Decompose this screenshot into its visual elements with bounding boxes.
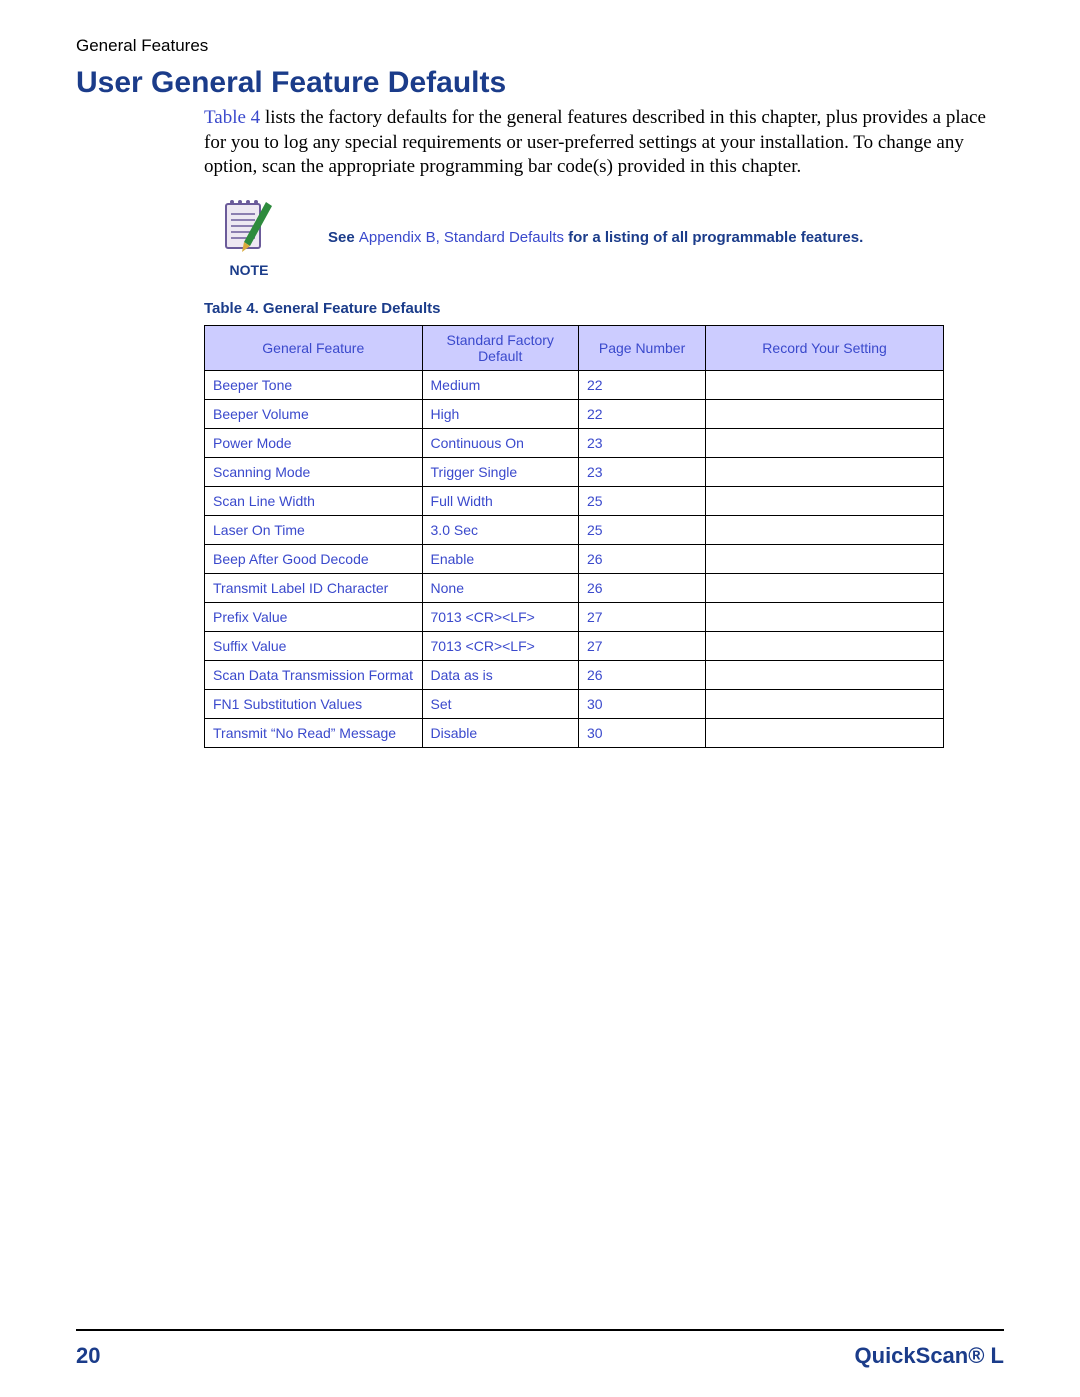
cell-default: Full Width: [422, 487, 578, 516]
cell-feature[interactable]: Suffix Value: [205, 632, 423, 661]
cell-record[interactable]: [706, 690, 944, 719]
cell-record[interactable]: [706, 545, 944, 574]
cell-record[interactable]: [706, 661, 944, 690]
cell-page[interactable]: 27: [578, 603, 705, 632]
cell-default: None: [422, 574, 578, 603]
cell-record[interactable]: [706, 516, 944, 545]
appendix-link[interactable]: Appendix B, Standard Defaults: [359, 229, 564, 246]
cell-record[interactable]: [706, 429, 944, 458]
running-header: General Features: [76, 36, 1004, 56]
cell-record[interactable]: [706, 487, 944, 516]
cell-record[interactable]: [706, 574, 944, 603]
table-caption: Table 4. General Feature Defaults: [204, 300, 1004, 317]
table-row: Transmit “No Read” MessageDisable30: [205, 719, 944, 748]
cell-feature[interactable]: Scanning Mode: [205, 458, 423, 487]
cell-page[interactable]: 30: [578, 719, 705, 748]
cell-default: Enable: [422, 545, 578, 574]
cell-feature[interactable]: Beeper Volume: [205, 400, 423, 429]
table-row: Laser On Time3.0 Sec25: [205, 516, 944, 545]
table-row: Beep After Good DecodeEnable26: [205, 545, 944, 574]
note-label: NOTE: [230, 262, 269, 278]
cell-feature[interactable]: Transmit “No Read” Message: [205, 719, 423, 748]
table-row: FN1 Substitution ValuesSet30: [205, 690, 944, 719]
col-header-default: Standard Factory Default: [422, 326, 578, 371]
table-row: Scanning ModeTrigger Single23: [205, 458, 944, 487]
cell-feature[interactable]: Beep After Good Decode: [205, 545, 423, 574]
cell-feature[interactable]: FN1 Substitution Values: [205, 690, 423, 719]
note-block: NOTE See Appendix B, Standard Defaults f…: [204, 198, 1004, 278]
footer-rule: [76, 1329, 1004, 1331]
intro-text: lists the factory defaults for the gener…: [204, 107, 986, 177]
cell-feature[interactable]: Scan Line Width: [205, 487, 423, 516]
cell-page[interactable]: 30: [578, 690, 705, 719]
page-number: 20: [76, 1343, 100, 1369]
cell-page[interactable]: 27: [578, 632, 705, 661]
notepad-icon: [220, 198, 278, 258]
defaults-table: General Feature Standard Factory Default…: [204, 325, 944, 748]
table-header-row: General Feature Standard Factory Default…: [205, 326, 944, 371]
cell-default: High: [422, 400, 578, 429]
cell-record[interactable]: [706, 632, 944, 661]
table-row: Scan Line WidthFull Width25: [205, 487, 944, 516]
cell-default: 7013 <CR><LF>: [422, 632, 578, 661]
cell-default: Disable: [422, 719, 578, 748]
section-title: User General Feature Defaults: [76, 66, 1004, 100]
table-row: Transmit Label ID CharacterNone26: [205, 574, 944, 603]
cell-page[interactable]: 26: [578, 545, 705, 574]
cell-default: Medium: [422, 371, 578, 400]
cell-record[interactable]: [706, 400, 944, 429]
cell-record[interactable]: [706, 719, 944, 748]
cell-page[interactable]: 22: [578, 400, 705, 429]
intro-paragraph: Table 4 lists the factory defaults for t…: [204, 106, 1004, 180]
cell-feature[interactable]: Laser On Time: [205, 516, 423, 545]
table-row: Scan Data Transmission FormatData as is2…: [205, 661, 944, 690]
table-row: Power ModeContinuous On23: [205, 429, 944, 458]
page: General Features User General Feature De…: [0, 0, 1080, 1397]
cell-default: 3.0 Sec: [422, 516, 578, 545]
table-row: Prefix Value7013 <CR><LF>27: [205, 603, 944, 632]
product-name: QuickScan® L: [855, 1343, 1004, 1369]
cell-default: Data as is: [422, 661, 578, 690]
cell-page[interactable]: 26: [578, 661, 705, 690]
intro-table-link[interactable]: Table 4: [204, 107, 260, 128]
table-row: Suffix Value7013 <CR><LF>27: [205, 632, 944, 661]
cell-default: Set: [422, 690, 578, 719]
table-row: Beeper VolumeHigh22: [205, 400, 944, 429]
cell-feature[interactable]: Scan Data Transmission Format: [205, 661, 423, 690]
cell-page[interactable]: 23: [578, 429, 705, 458]
cell-record[interactable]: [706, 603, 944, 632]
cell-default: Trigger Single: [422, 458, 578, 487]
cell-feature[interactable]: Prefix Value: [205, 603, 423, 632]
note-text: See Appendix B, Standard Defaults for a …: [328, 228, 863, 248]
cell-record[interactable]: [706, 458, 944, 487]
col-header-record: Record Your Setting: [706, 326, 944, 371]
cell-page[interactable]: 22: [578, 371, 705, 400]
cell-default: Continuous On: [422, 429, 578, 458]
cell-page[interactable]: 25: [578, 487, 705, 516]
cell-page[interactable]: 23: [578, 458, 705, 487]
table-row: Beeper ToneMedium22: [205, 371, 944, 400]
note-text-pre: See: [328, 229, 359, 246]
cell-feature[interactable]: Power Mode: [205, 429, 423, 458]
cell-page[interactable]: 26: [578, 574, 705, 603]
cell-default: 7013 <CR><LF>: [422, 603, 578, 632]
cell-record[interactable]: [706, 371, 944, 400]
footer: 20 QuickScan® L: [76, 1343, 1004, 1369]
cell-feature[interactable]: Beeper Tone: [205, 371, 423, 400]
col-header-feature: General Feature: [205, 326, 423, 371]
note-text-post: for a listing of all programmable featur…: [564, 229, 863, 246]
cell-page[interactable]: 25: [578, 516, 705, 545]
col-header-page: Page Number: [578, 326, 705, 371]
cell-feature[interactable]: Transmit Label ID Character: [205, 574, 423, 603]
